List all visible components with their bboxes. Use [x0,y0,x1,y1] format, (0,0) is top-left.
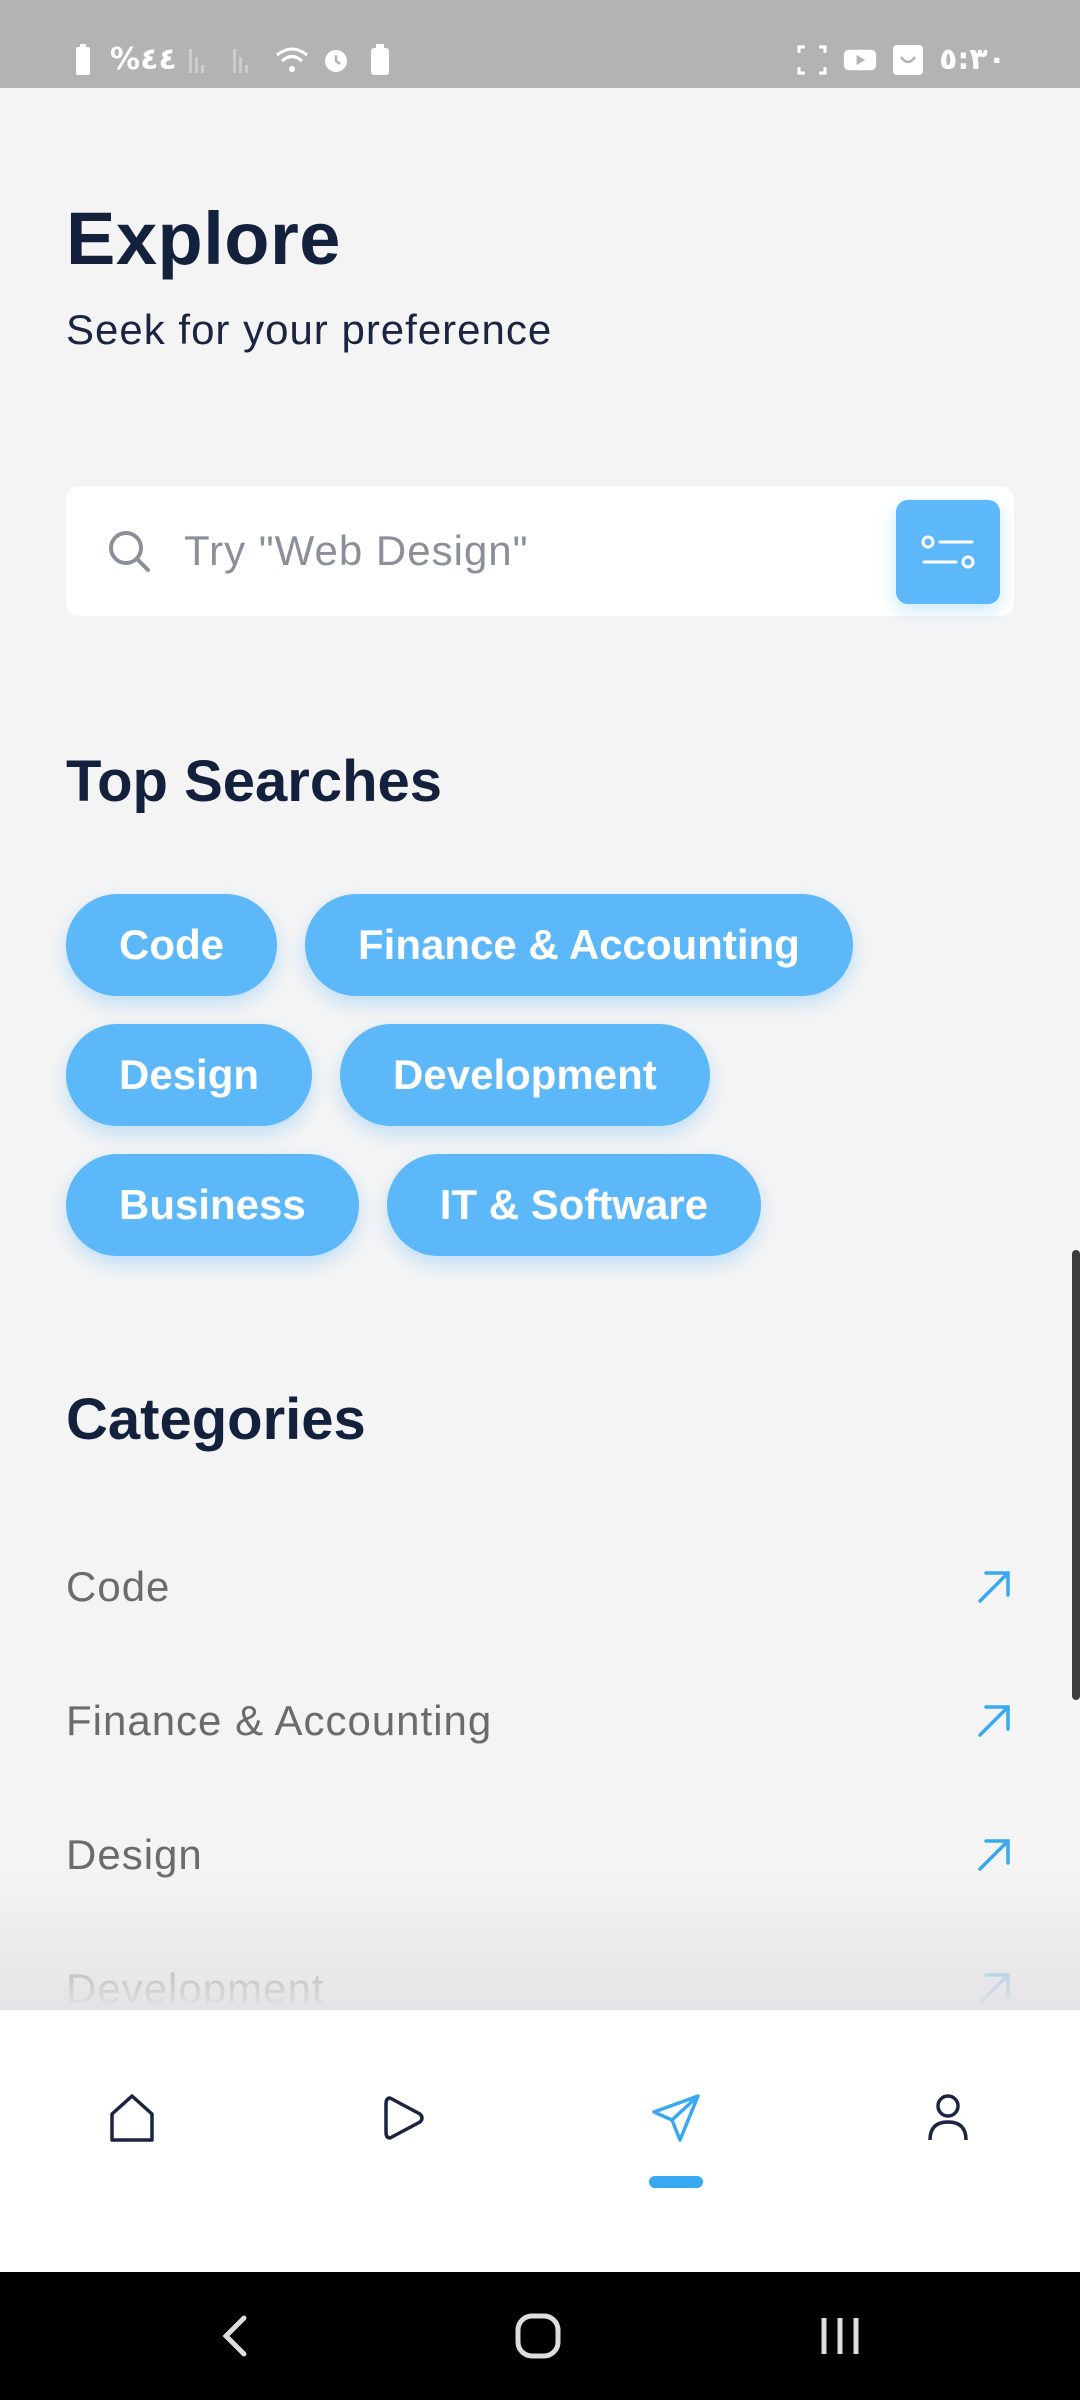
bottom-nav [0,2010,1080,2272]
search-box[interactable] [66,486,1014,616]
youtube-icon [843,43,877,77]
status-left: %٤٤ [66,40,397,80]
category-label: Design [66,1831,203,1878]
home-icon [110,2094,154,2142]
nav-profile[interactable] [898,2090,998,2210]
system-nav-bar [0,2272,1080,2400]
category-item-design[interactable]: Design [66,1788,1014,1922]
battery-icon [66,43,100,77]
category-item-finance-accounting[interactable]: Finance & Accounting [66,1654,1014,1788]
clock: ٥:٣٠ [939,42,1006,77]
profile-icon [928,2094,968,2141]
screenshot-icon [795,43,829,77]
status-right: ٥:٣٠ [795,40,1006,80]
play-icon [384,2096,424,2140]
chip-business[interactable]: Business [66,1154,359,1256]
status-bar: %٤٤ ٥:٣٠ [0,0,1080,88]
top-searches-chips: Code Finance & Accounting Design Develop… [66,894,1026,1284]
category-label: Finance & Accounting [66,1697,493,1744]
filter-button[interactable] [896,500,1000,604]
top-searches-title: Top Searches [66,749,443,814]
arrow-up-right-icon [978,1973,1010,2005]
back-icon [222,2315,247,2357]
send-icon [652,2094,700,2142]
arrow-up-right-icon [978,1839,1010,1871]
nav-home[interactable] [82,2090,182,2210]
chip-it-software[interactable]: IT & Software [386,1154,762,1256]
page-title: Explore [66,197,341,280]
categories-title: Categories [66,1387,366,1452]
home-circle-icon [515,2313,561,2359]
search-icon [106,528,152,574]
chip-design[interactable]: Design [66,1024,313,1126]
battery-percent: %٤٤ [110,42,177,77]
chip-code[interactable]: Code [66,894,277,996]
chip-development[interactable]: Development [340,1024,710,1126]
active-tab-indicator [649,2176,703,2188]
signal-icon [187,43,221,77]
category-label: Development [66,1965,325,2012]
category-list: Code Finance & Accounting Design Develop… [66,1520,1014,2056]
home-button[interactable] [508,2306,568,2366]
wifi-icon [275,43,309,77]
category-item-code[interactable]: Code [66,1520,1014,1654]
arrow-up-right-icon [978,1705,1010,1737]
nav-explore[interactable] [626,2090,726,2210]
arrow-up-right-icon [978,1571,1010,1603]
recents-button[interactable] [810,2306,870,2366]
nav-play[interactable] [354,2090,454,2210]
signal-icon-2 [231,43,265,77]
scrollbar[interactable] [1072,1250,1080,1700]
app-icon [891,43,925,77]
search-input[interactable] [184,516,824,586]
filter-icon [921,535,975,569]
category-label: Code [66,1563,171,1610]
alarm-icon [319,43,353,77]
recents-icon [821,2318,859,2354]
back-button[interactable] [206,2306,266,2366]
chip-finance-accounting[interactable]: Finance & Accounting [305,894,853,996]
page-subtitle: Seek for your preference [66,306,553,353]
battery-saver-icon [363,43,397,77]
